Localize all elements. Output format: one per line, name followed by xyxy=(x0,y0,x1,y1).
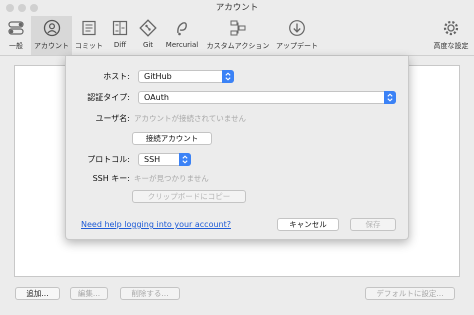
tab-git[interactable]: Git xyxy=(136,16,160,55)
protocol-label: プロトコル: xyxy=(87,155,130,164)
window-title: アカウント xyxy=(215,3,259,13)
commit-icon xyxy=(82,20,96,36)
tab-mercurial-label: Mercurial xyxy=(165,41,199,49)
title-bar: アカウント xyxy=(0,0,474,16)
host-select[interactable]: GitHub xyxy=(138,70,234,83)
host-select-value: GitHub xyxy=(144,72,172,81)
auth-type-select-value: OAuth xyxy=(144,93,169,102)
tab-general[interactable]: 一般 xyxy=(2,16,30,55)
tab-account-label: アカウント xyxy=(34,42,69,50)
protocol-select[interactable]: SSH xyxy=(138,153,191,166)
cancel-button[interactable]: キャンセル xyxy=(277,218,339,231)
updown-chevron-icon xyxy=(179,153,191,166)
tab-general-label: 一般 xyxy=(9,42,23,50)
tab-commit[interactable]: コミット xyxy=(73,16,105,55)
close-window-icon[interactable] xyxy=(6,4,14,12)
custom-action-icon xyxy=(230,20,246,36)
delete-account-button[interactable]: 削除する... xyxy=(120,287,180,300)
connect-account-button[interactable]: 接続アカウント xyxy=(132,132,212,145)
zoom-window-icon[interactable] xyxy=(30,4,38,12)
preferences-toolbar: 一般 アカウント コミット Diff Git Mercurial カスタムアクシ… xyxy=(0,16,474,56)
auth-type-label: 認証タイプ: xyxy=(87,93,130,102)
help-login-link[interactable]: Need help logging into your account? xyxy=(81,220,231,229)
switch-icon xyxy=(8,21,24,35)
tab-diff[interactable]: Diff xyxy=(108,16,132,55)
set-default-button[interactable]: デフォルトに設定... xyxy=(365,287,455,300)
diff-icon xyxy=(112,20,128,36)
tab-mercurial[interactable]: Mercurial xyxy=(162,16,202,55)
minimize-window-icon[interactable] xyxy=(18,4,26,12)
username-hint: アカウントが接続されていません xyxy=(134,114,247,123)
tab-custom-actions-label: カスタムアクション xyxy=(206,42,270,50)
copy-to-clipboard-button[interactable]: クリップボードにコピー xyxy=(132,190,246,203)
update-icon xyxy=(289,20,305,36)
updown-chevron-icon xyxy=(222,70,234,83)
protocol-select-value: SSH xyxy=(144,155,161,164)
tab-git-label: Git xyxy=(142,41,154,49)
tab-commit-label: コミット xyxy=(75,42,103,50)
preferences-window: アカウント 一般 アカウント コミット Diff Git Mercurial カ… xyxy=(0,0,474,315)
auth-type-select[interactable]: OAuth xyxy=(138,91,396,104)
tab-update[interactable]: アップデート xyxy=(274,16,320,55)
mercurial-icon xyxy=(177,22,187,36)
git-icon xyxy=(139,19,157,37)
tab-custom-actions[interactable]: カスタムアクション xyxy=(203,16,273,55)
tab-advanced-label: 高度な設定 xyxy=(433,42,469,50)
gear-icon xyxy=(443,20,459,36)
updown-chevron-icon xyxy=(384,91,396,104)
tab-diff-label: Diff xyxy=(113,41,127,49)
tab-advanced[interactable]: 高度な設定 xyxy=(430,16,472,55)
host-label: ホスト: xyxy=(103,72,130,81)
username-label: ユーザ名: xyxy=(95,114,130,123)
add-account-button[interactable]: 追加... xyxy=(15,287,60,300)
edit-account-button[interactable]: 編集... xyxy=(70,287,108,300)
ssh-key-hint: キーが見つかりません xyxy=(134,174,209,183)
tab-account[interactable]: アカウント xyxy=(31,16,72,55)
save-button[interactable]: 保存 xyxy=(350,218,396,231)
tab-update-label: アップデート xyxy=(276,42,318,50)
account-sheet: ホスト: GitHub 認証タイプ: OAuth ユーザ名: アカウントが接続さ… xyxy=(65,56,409,240)
ssh-key-label: SSH キー: xyxy=(92,174,130,183)
account-icon xyxy=(43,19,60,37)
